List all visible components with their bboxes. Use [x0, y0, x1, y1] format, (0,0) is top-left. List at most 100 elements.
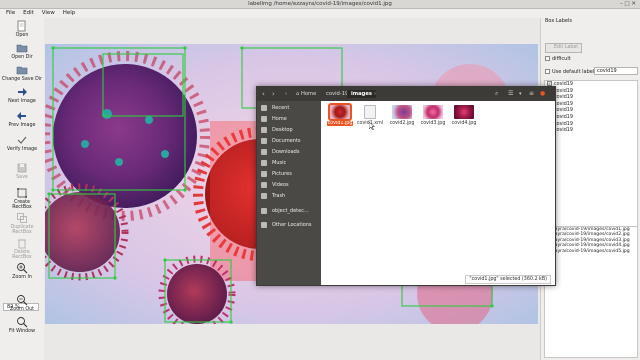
place-music[interactable]: Music: [257, 158, 321, 168]
delete-rectbox-button[interactable]: Delete RectBox: [0, 237, 44, 260]
window-controls[interactable]: – □ ✕: [620, 0, 636, 9]
place-recent[interactable]: Recent: [257, 103, 321, 113]
image-thumbnail: [423, 105, 443, 119]
prev-image-button[interactable]: Prev Image: [0, 110, 44, 128]
folder-icon: [16, 44, 28, 53]
change-save-dir-label: Change Save Dir: [1, 77, 43, 82]
difficult-label: difficult: [552, 56, 571, 62]
file-list: ezzayra/covid-19/images/covid1.jpg ezzay…: [544, 226, 638, 358]
label-item[interactable]: ✓covid19: [545, 113, 637, 121]
place-trash[interactable]: Trash: [257, 191, 321, 201]
selection-status: "covid1.jpg" selected (360.2 kB): [465, 275, 551, 284]
folder-icon: [261, 127, 267, 133]
zoom-out-label: Zoom Out: [9, 307, 35, 312]
label-item[interactable]: ✓covid19: [545, 120, 637, 128]
camera-icon: [261, 171, 267, 177]
change-save-dir-button[interactable]: Change Save Dir: [0, 64, 44, 82]
zoom-out-button[interactable]: Zoom Out: [0, 294, 44, 312]
file-covid2-jpg[interactable]: covid2.jpg: [387, 105, 417, 126]
next-image-button[interactable]: Next Image: [0, 86, 44, 104]
chevron-down-icon[interactable]: ▾: [519, 89, 522, 99]
zoom-in-icon: [17, 263, 28, 274]
download-icon: [261, 149, 267, 155]
folder-icon: [16, 66, 28, 75]
arrow-right-icon: [18, 88, 27, 96]
place-home[interactable]: Home: [257, 114, 321, 124]
close-icon[interactable]: ●: [540, 89, 545, 99]
file-covid4-jpg[interactable]: covid4.jpg: [449, 105, 479, 126]
label-item[interactable]: ✓covid19: [545, 127, 637, 134]
verify-image-label: Verify Image: [6, 147, 38, 152]
save-button[interactable]: Save: [0, 162, 44, 180]
zoom-in-button[interactable]: Zoom In: [0, 262, 44, 280]
verify-image-button[interactable]: Verify Image: [0, 134, 44, 152]
recent-icon: [261, 105, 267, 111]
list-view-icon[interactable]: ☰: [508, 89, 513, 99]
checkbox-icon: [545, 69, 550, 74]
left-toolbar: Open Open Dir Change Save Dir Next Image…: [0, 18, 44, 360]
file-manager-header: ‹ › ‹ ⌂ Home covid-19 images › ⌕ ☰ ▾ ≡ ●: [257, 87, 555, 101]
home-icon: [261, 116, 267, 122]
folder-icon: [261, 208, 267, 214]
fit-window-button[interactable]: Fit Window: [0, 316, 44, 334]
forward-icon[interactable]: ›: [272, 89, 275, 99]
breadcrumb-home[interactable]: ⌂ Home: [292, 90, 320, 98]
trash-icon: [261, 193, 267, 199]
image-thumbnail: [454, 105, 474, 119]
place-documents[interactable]: Documents: [257, 136, 321, 146]
zoom-out-icon: [17, 295, 28, 306]
file-grid: covid1.jpg covid1.xml covid2.jpg covid3.…: [321, 101, 555, 285]
save-label: Save: [16, 175, 28, 180]
scroll-right-icon[interactable]: ›: [374, 89, 376, 99]
menu-help[interactable]: Help: [63, 9, 76, 18]
breadcrumb-images[interactable]: images: [347, 90, 377, 98]
use-default-label-text: Use default label: [552, 69, 595, 75]
fit-window-label: Fit Window: [8, 329, 36, 334]
scroll-left-icon[interactable]: ‹: [285, 89, 287, 99]
file-covid1-jpg[interactable]: covid1.jpg: [325, 103, 355, 126]
file-list-item[interactable]: ezzayra/covid-19/images/covid4.jpg: [545, 243, 637, 248]
menu-file[interactable]: File: [6, 9, 15, 18]
menu-view[interactable]: View: [42, 9, 55, 18]
open-button[interactable]: Open: [0, 20, 44, 38]
label-item[interactable]: ✓covid19: [545, 87, 637, 95]
menu-bar: File Edit View Help: [0, 9, 640, 18]
duplicate-icon: [17, 213, 27, 223]
label-list: ✓covid19 ✓covid19 ✓covid19 ✓covid19 ✓cov…: [544, 80, 638, 228]
file-list-item[interactable]: ezzayra/covid-19/images/covid5.jpg: [545, 249, 637, 254]
place-videos[interactable]: Videos: [257, 180, 321, 190]
use-default-label-checkbox[interactable]: Use default label: [545, 69, 594, 75]
open-icon: [17, 20, 26, 32]
label-item[interactable]: ✓covid19: [545, 81, 637, 88]
place-downloads[interactable]: Downloads: [257, 147, 321, 157]
menu-icon[interactable]: ≡: [529, 89, 534, 99]
checkbox-icon: [545, 56, 550, 61]
title-bar: labelImg /home/ezzayra/covid-19/images/c…: [0, 0, 640, 9]
back-icon[interactable]: ‹: [262, 89, 265, 99]
place-pictures[interactable]: Pictures: [257, 169, 321, 179]
label-item[interactable]: ✓covid19: [545, 100, 637, 108]
duplicate-rectbox-button[interactable]: Duplicate RectBox: [0, 212, 44, 235]
place-object-detec[interactable]: object_detec...: [257, 206, 321, 216]
edit-label-button[interactable]: Edit Label: [545, 43, 582, 53]
label-item[interactable]: ✓covid19: [545, 94, 637, 101]
place-desktop[interactable]: Desktop: [257, 125, 321, 135]
video-icon: [261, 182, 267, 188]
menu-edit[interactable]: Edit: [23, 9, 34, 18]
open-dir-button[interactable]: Open Dir: [0, 42, 44, 60]
create-rectbox-icon: [17, 188, 27, 198]
label-item[interactable]: ✓covid19: [545, 107, 637, 114]
places-sidebar: Recent Home Desktop Documents Downloads …: [257, 101, 321, 285]
duplicate-rectbox-label-2: RectBox: [12, 230, 32, 235]
default-label-input[interactable]: covid19: [594, 67, 638, 75]
save-icon: [17, 163, 27, 173]
delete-icon: [18, 239, 26, 249]
search-icon[interactable]: ⌕: [495, 89, 498, 99]
labelimg-window: labelImg /home/ezzayra/covid-19/images/c…: [0, 0, 640, 360]
place-other-locations[interactable]: Other Locations: [257, 220, 321, 230]
arrow-left-icon: [17, 112, 26, 120]
create-rectbox-label-2: RectBox: [12, 205, 32, 210]
create-rectbox-button[interactable]: Create RectBox: [0, 187, 44, 210]
difficult-checkbox[interactable]: difficult: [545, 56, 571, 62]
file-covid3-jpg[interactable]: covid3.jpg: [418, 105, 448, 126]
